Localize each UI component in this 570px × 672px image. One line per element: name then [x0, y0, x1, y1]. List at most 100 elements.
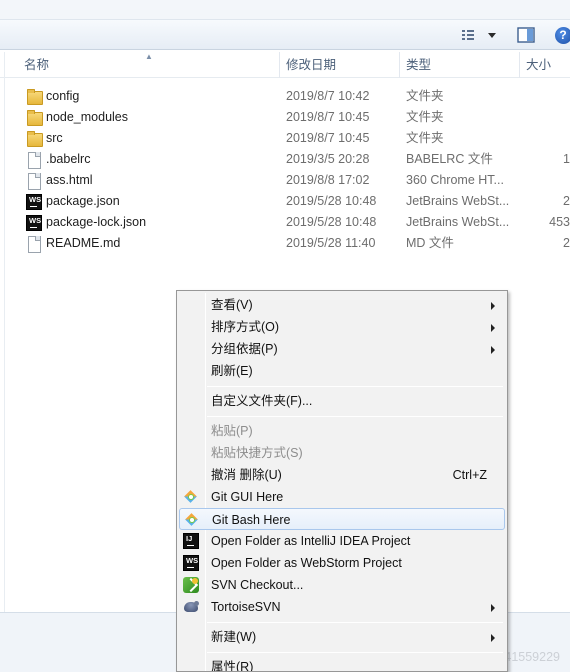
file-size: 2: [563, 236, 570, 250]
column-header: 名称 ▲ 修改日期 类型 大小: [0, 52, 570, 78]
context-menu: 查看(V) 排序方式(O) 分组依据(P) 刷新(E) 自定义文件夹(F)...…: [176, 290, 508, 672]
file-date: 2019/5/28 10:48: [286, 215, 377, 229]
menu-item-git-gui[interactable]: Git GUI Here: [179, 486, 505, 508]
menu-item-label: Open Folder as WebStorm Project: [211, 556, 402, 570]
file-row[interactable]: node_modules 2019/8/7 10:45 文件夹: [0, 107, 570, 128]
git-icon: [184, 512, 200, 528]
file-date: 2019/8/7 10:42: [286, 89, 370, 103]
column-size-label: 大小: [526, 58, 552, 72]
menu-item-svn-checkout[interactable]: SVN Checkout...: [179, 574, 505, 596]
file-row[interactable]: config 2019/8/7 10:42 文件夹: [0, 86, 570, 107]
menu-item-label: 粘贴快捷方式(S): [211, 446, 303, 460]
menu-item-paste[interactable]: 粘贴(P): [179, 420, 505, 442]
file-date: 2019/5/28 10:48: [286, 194, 377, 208]
column-modified-label: 修改日期: [286, 58, 337, 72]
column-type[interactable]: 类型: [400, 52, 520, 78]
submenu-arrow-icon: [491, 604, 495, 612]
menu-separator: [207, 622, 503, 623]
help-button[interactable]: ?: [552, 24, 570, 46]
change-view-button[interactable]: [458, 24, 502, 46]
webstorm-icon: WS: [183, 555, 199, 571]
file-row[interactable]: README.md 2019/5/28 11:40 MD 文件 2: [0, 233, 570, 254]
menu-item-git-bash[interactable]: Git Bash Here: [179, 508, 505, 530]
column-type-label: 类型: [406, 58, 432, 72]
file-row[interactable]: src 2019/8/7 10:45 文件夹: [0, 128, 570, 149]
menu-item-group-by[interactable]: 分组依据(P): [179, 338, 505, 360]
file-type: 文件夹: [406, 89, 444, 103]
svn-checkout-icon: [183, 577, 199, 593]
intellij-icon: [183, 533, 199, 549]
file-type: 文件夹: [406, 110, 444, 124]
column-size[interactable]: 大小: [520, 52, 570, 78]
submenu-arrow-icon: [491, 324, 495, 332]
file-name: package.json: [46, 194, 120, 208]
menu-item-label: 撤消 删除(U): [211, 468, 282, 482]
file-date: 2019/8/7 10:45: [286, 131, 370, 145]
menu-item-sort-by[interactable]: 排序方式(O): [179, 316, 505, 338]
menu-item-label: SVN Checkout...: [211, 578, 304, 592]
column-name-label: 名称: [24, 58, 50, 72]
menu-item-shortcut: Ctrl+Z: [452, 468, 487, 482]
file-list: config 2019/8/7 10:42 文件夹 node_modules 2…: [0, 86, 570, 254]
file-icon: [26, 236, 42, 253]
file-size: 1: [563, 152, 570, 166]
file-icon: [26, 173, 42, 190]
folder-icon: [26, 110, 43, 126]
folder-icon: [26, 131, 43, 147]
explorer-toolbar: ?: [0, 20, 570, 50]
file-row[interactable]: WS package.json 2019/5/28 10:48 JetBrain…: [0, 191, 570, 212]
column-modified[interactable]: 修改日期: [280, 52, 400, 78]
window-top-strip: [0, 0, 570, 20]
file-type: JetBrains WebSt...: [406, 215, 510, 229]
submenu-arrow-icon: [491, 302, 495, 310]
folder-icon: [26, 89, 43, 105]
menu-item-label: 粘贴(P): [211, 424, 253, 438]
webstorm-icon: WS: [26, 194, 42, 210]
file-date: 2019/8/7 10:45: [286, 110, 370, 124]
file-name: config: [46, 89, 80, 103]
file-type: 360 Chrome HT...: [406, 173, 504, 187]
file-size: 2: [563, 194, 570, 208]
file-row[interactable]: ass.html 2019/8/8 17:02 360 Chrome HT...: [0, 170, 570, 191]
menu-item-view[interactable]: 查看(V): [179, 294, 505, 316]
preview-pane-button[interactable]: [514, 24, 538, 46]
file-icon: [26, 152, 42, 169]
view-list-icon: [462, 30, 496, 40]
file-name: src: [46, 131, 63, 145]
file-row[interactable]: WS package-lock.json 2019/5/28 10:48 Jet…: [0, 212, 570, 233]
file-name: README.md: [46, 236, 121, 250]
menu-item-refresh[interactable]: 刷新(E): [179, 360, 505, 382]
file-type: JetBrains WebSt...: [406, 194, 510, 208]
menu-item-new[interactable]: 新建(W): [179, 626, 505, 648]
git-icon: [183, 489, 199, 505]
menu-item-open-webstorm[interactable]: WS Open Folder as WebStorm Project: [179, 552, 505, 574]
file-type: BABELRC 文件: [406, 152, 493, 166]
menu-item-label: Git Bash Here: [212, 513, 291, 527]
menu-item-label: 自定义文件夹(F)...: [211, 394, 313, 408]
submenu-arrow-icon: [491, 346, 495, 354]
menu-item-properties[interactable]: 属性(R): [179, 656, 505, 672]
menu-item-label: 排序方式(O): [211, 320, 280, 334]
file-name: package-lock.json: [46, 215, 147, 229]
menu-item-customize-folder[interactable]: 自定义文件夹(F)...: [179, 390, 505, 412]
menu-separator: [207, 416, 503, 417]
menu-item-undo-delete[interactable]: 撤消 删除(U) Ctrl+Z: [179, 464, 505, 486]
menu-item-label: Open Folder as IntelliJ IDEA Project: [211, 534, 411, 548]
file-name: .babelrc: [46, 152, 91, 166]
menu-item-label: Git GUI Here: [211, 490, 284, 504]
file-size: 453: [549, 215, 570, 229]
help-icon: ?: [554, 26, 570, 44]
menu-item-paste-shortcut[interactable]: 粘贴快捷方式(S): [179, 442, 505, 464]
menu-item-label: 属性(R): [211, 660, 254, 672]
menu-item-tortoise-svn[interactable]: TortoiseSVN: [179, 596, 505, 618]
menu-item-label: 分组依据(P): [211, 342, 278, 356]
menu-item-open-intellij[interactable]: Open Folder as IntelliJ IDEA Project: [179, 530, 505, 552]
file-date: 2019/5/28 11:40: [286, 236, 376, 250]
file-date: 2019/8/8 17:02: [286, 173, 370, 187]
file-type: 文件夹: [406, 131, 444, 145]
menu-item-label: TortoiseSVN: [211, 600, 281, 614]
tortoise-svn-icon: [183, 599, 199, 615]
file-row[interactable]: .babelrc 2019/3/5 20:28 BABELRC 文件 1: [0, 149, 570, 170]
menu-item-label: 新建(W): [211, 630, 257, 644]
menu-separator: [207, 386, 503, 387]
